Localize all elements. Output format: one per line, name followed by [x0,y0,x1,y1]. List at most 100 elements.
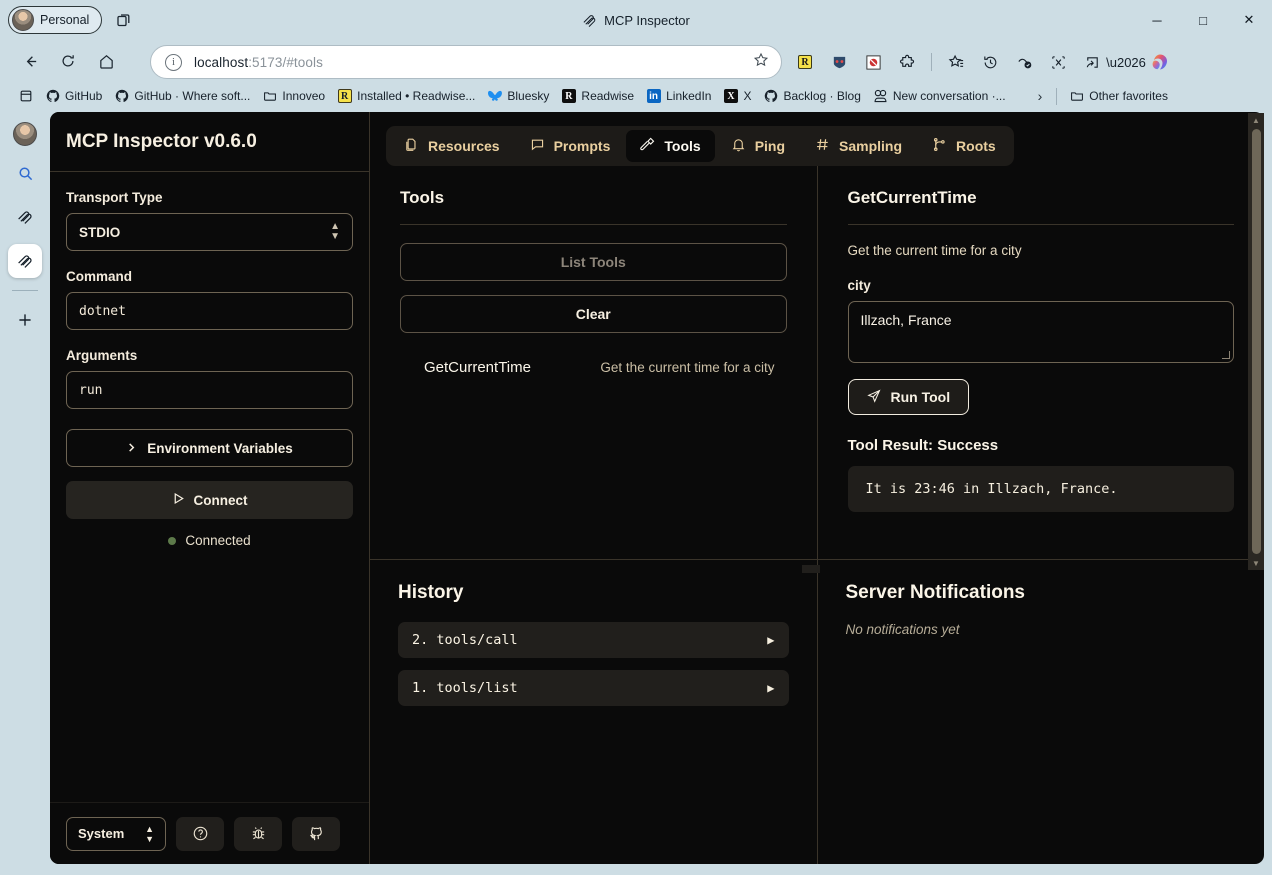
clear-button[interactable]: Clear [400,295,787,333]
extensions-puzzle-icon[interactable] [892,47,922,77]
command-input[interactable]: dotnet [66,292,353,330]
bookmark-item[interactable]: New conversation ·... [867,85,1012,107]
arguments-input[interactable]: run [66,371,353,409]
minimize-button[interactable]: ─ [1134,0,1180,40]
site-info-icon[interactable]: i [165,53,182,71]
bookmark-label: Innoveo [282,89,326,103]
pane-resize-handle[interactable] [802,565,820,573]
chatgpt-mark-icon [873,89,888,104]
bookmark-item[interactable]: Backlog · Blog [758,85,867,107]
bookmark-item[interactable]: X X [717,85,757,107]
app-sidebar: MCP Inspector v0.6.0 Transport Type STDI… [50,112,370,864]
notifications-empty-text: No notifications yet [845,622,960,637]
tab-sampling[interactable]: Sampling [801,130,916,162]
tab-prompts[interactable]: Prompts [516,130,625,162]
bookmarks-overflow-button[interactable]: › [1030,88,1051,104]
folder-icon [262,89,277,104]
bitwarden-extension-icon[interactable] [824,47,854,77]
mcp-inspector-app-icon[interactable] [8,244,42,278]
city-textarea[interactable]: Illzach, France [847,301,1234,363]
tool-result-title: Tool Result: Success [847,437,999,454]
github-icon[interactable] [292,816,340,851]
notifications-title: Server Notifications [845,582,1026,603]
home-button[interactable] [90,45,122,77]
theme-select[interactable]: System ▲ ▼ [66,816,166,851]
browser-vertical-rail [0,110,50,875]
tab-resources[interactable]: Resources [390,130,514,162]
favorites-pen-icon[interactable] [1009,47,1039,77]
tool-list-item[interactable]: GetCurrentTime Get the current time for … [400,347,787,388]
connection-status-label: Connected [185,533,251,548]
search-icon[interactable] [8,156,42,190]
profile-button[interactable]: Personal [8,6,103,34]
bookmark-item[interactable]: Bluesky [481,85,555,107]
bookmark-item[interactable]: R Readwise [555,85,640,107]
close-button[interactable]: ✕ [1226,0,1272,40]
git-branch-icon [932,137,947,155]
app-sidebar-body: Transport Type STDIO ▲ ▼ Command dotnet A… [50,172,369,802]
bottom-panes: History 2. tools/call ▶ 1. tools/list ▶ … [370,559,1264,864]
tab-ping[interactable]: Ping [717,130,799,162]
ublock-extension-icon[interactable] [858,47,888,77]
resize-grip-icon[interactable] [1222,351,1230,359]
bookmark-item[interactable]: GitHub · Where soft... [108,85,256,107]
folder-icon [1069,89,1084,104]
collections-icon[interactable] [941,47,971,77]
app-sidebar-footer: System ▲ ▼ [50,802,369,864]
readwise-extension-icon[interactable]: R [790,47,820,77]
bookmark-label: LinkedIn [666,89,712,103]
command-value: dotnet [79,303,126,319]
scroll-up-arrow-icon[interactable]: ▲ [1252,113,1260,127]
bookmark-item[interactable]: GitHub [39,85,108,107]
tab-tools[interactable]: Tools [626,130,715,162]
reload-button[interactable] [52,45,84,77]
tool-result-box: It is 23:46 in Illzach, France. [847,466,1234,512]
run-tool-button[interactable]: Run Tool [847,379,970,415]
other-favorites-folder[interactable]: Other favorites [1063,85,1174,107]
bookmarks-bar: GitHub GitHub · Where soft... Innoveo R … [0,82,1272,110]
expand-triangle-icon[interactable]: ▶ [767,681,774,695]
screenshot-icon[interactable] [1043,47,1073,77]
transport-type-label: Transport Type [66,190,163,205]
readwise-dark-icon: R [561,89,576,104]
bookmarks-divider [1056,87,1058,105]
expand-triangle-icon[interactable]: ▶ [767,633,774,647]
back-button[interactable] [14,45,46,77]
list-tools-button[interactable]: List Tools [400,243,787,281]
bookmark-star-icon[interactable] [753,52,769,73]
mcp-icon[interactable] [8,200,42,234]
transport-type-value: STDIO [79,224,121,240]
connect-button[interactable]: Connect [66,481,353,519]
divider [847,224,1234,225]
bug-icon[interactable] [234,816,282,851]
tab-roots[interactable]: Roots [918,130,1010,162]
transport-type-select[interactable]: STDIO ▲ ▼ [66,213,353,251]
maximize-button[interactable]: □ [1180,0,1226,40]
bookmark-sidebar-toggle[interactable] [12,85,39,107]
bookmark-label: Bluesky [507,89,550,103]
history-item[interactable]: 1. tools/list ▶ [398,670,789,706]
history-icon[interactable] [975,47,1005,77]
environment-variables-label: Environment Variables [147,440,293,456]
copilot-icon[interactable] [1145,47,1175,77]
tool-detail-title: GetCurrentTime [847,188,977,207]
app-scrollbar[interactable]: ▲ ▼ [1248,113,1264,570]
share-icon[interactable] [1077,47,1107,77]
environment-variables-button[interactable]: Environment Variables [66,429,353,467]
bookmark-folder[interactable]: Innoveo [256,85,331,107]
scrollbar-thumb[interactable] [1251,129,1261,554]
tab-label: Tools [664,138,701,154]
history-item[interactable]: 2. tools/call ▶ [398,622,789,658]
address-bar[interactable]: i localhost:5173/#tools [150,45,782,79]
bookmark-item[interactable]: in LinkedIn [640,85,717,107]
tab-group-icon[interactable] [116,12,133,29]
bookmark-item[interactable]: R Installed • Readwise... [331,85,481,107]
tab-label: Ping [754,138,786,154]
add-icon[interactable] [8,303,42,337]
history-pane: History 2. tools/call ▶ 1. tools/list ▶ [370,560,818,864]
tab-label: Resources [428,138,500,154]
scroll-down-arrow-icon[interactable]: ▼ [1252,556,1260,570]
more-options-icon[interactable]: \u2026 [1106,47,1146,77]
help-circle-icon[interactable] [176,816,224,851]
rail-avatar[interactable] [13,122,37,146]
